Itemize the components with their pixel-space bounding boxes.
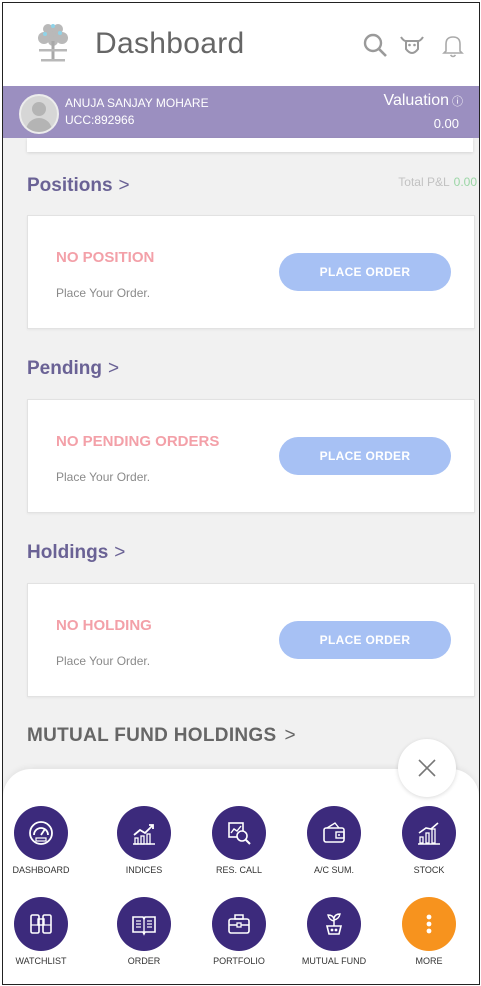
app-screen: Dashboard ANUJA SANJAY MOHARE UCC:892966… [2, 2, 480, 985]
menu-icon-circle [14, 806, 68, 860]
user-name: ANUJA SANJAY MOHARE [65, 96, 209, 110]
chevron-right-icon: > [284, 725, 296, 746]
pending-link[interactable]: Pending > [27, 358, 119, 380]
positions-title: Positions [27, 175, 113, 196]
positions-place-order-button[interactable]: PLACE ORDER [279, 253, 451, 291]
chevron-right-icon: > [114, 542, 126, 563]
menu-dashboard[interactable]: DASHBOARD [3, 806, 89, 875]
plant-coins-icon [325, 913, 343, 935]
menu-label: WATCHLIST [15, 956, 67, 966]
total-pl-label: Total P&L [398, 175, 450, 189]
menu-icon-circle [402, 806, 456, 860]
holdings-card: NO HOLDING Place Your Order. PLACE ORDER [27, 583, 475, 697]
menu-label: DASHBOARD [12, 865, 70, 875]
holdings-empty-status: NO HOLDING [56, 617, 152, 634]
menu-order[interactable]: ORDER [96, 897, 192, 966]
more-icon [426, 914, 432, 934]
summary-card-edge [27, 138, 473, 152]
search-icon[interactable] [361, 31, 389, 59]
positions-empty-status: NO POSITION [56, 249, 155, 266]
holdings-place-order-button[interactable]: PLACE ORDER [279, 621, 451, 659]
pending-empty-hint: Place Your Order. [56, 470, 151, 484]
menu-stock[interactable]: STOCK [381, 806, 477, 875]
close-menu-button[interactable] [398, 739, 456, 797]
holdings-empty-hint: Place Your Order. [56, 654, 151, 668]
pending-title: Pending [27, 358, 102, 379]
menu-icon-circle [117, 897, 171, 951]
menu-watchlist[interactable]: WATCHLIST [3, 897, 89, 966]
menu-label: PORTFOLIO [213, 956, 265, 966]
speedometer-icon [29, 821, 53, 845]
pending-card: NO PENDING ORDERS Place Your Order. PLAC… [27, 399, 475, 513]
total-pl-value: 0.00 [453, 175, 477, 189]
menu-icon-circle [212, 897, 266, 951]
binoculars-icon [30, 914, 52, 934]
chevron-right-icon: > [118, 175, 130, 196]
bull-icon[interactable] [398, 31, 426, 59]
avatar[interactable] [19, 94, 59, 134]
pending-place-order-button[interactable]: PLACE ORDER [279, 437, 451, 475]
chevron-right-icon: > [107, 358, 120, 379]
menu-portfolio[interactable]: PORTFOLIO [191, 897, 287, 966]
page-title: Dashboard [95, 27, 245, 60]
account-summary-bar: ANUJA SANJAY MOHARE UCC:892966 Valuation… [3, 86, 479, 138]
holdings-title: Holdings [27, 542, 109, 563]
briefcase-icon [228, 914, 250, 934]
menu-label: ORDER [127, 956, 161, 966]
menu-label: STOCK [413, 865, 445, 875]
menu-label: INDICES [125, 865, 163, 875]
positions-empty-hint: Place Your Order. [56, 286, 151, 300]
research-icon [228, 822, 251, 845]
menu-icon-circle [14, 897, 68, 951]
book-icon [132, 916, 156, 936]
valuation-label-text: Valuation [383, 92, 449, 109]
tree-logo-icon [38, 24, 68, 62]
user-ucc: UCC:892966 [65, 113, 135, 127]
app-bar: Dashboard [3, 3, 479, 86]
mutual-fund-title: MUTUAL FUND HOLDINGS [27, 725, 277, 746]
menu-mutual-fund[interactable]: MUTUAL FUND [286, 897, 382, 966]
info-icon[interactable]: ⓘ [452, 96, 463, 108]
close-icon [418, 759, 436, 777]
menu-icon-circle [212, 806, 266, 860]
valuation-label: Valuation ⓘ [383, 92, 463, 110]
menu-research-call[interactable]: RES. CALL [191, 806, 287, 875]
positions-card: NO POSITION Place Your Order. PLACE ORDE… [27, 215, 475, 329]
wallet-icon [323, 822, 345, 843]
positions-link[interactable]: Positions > [27, 175, 130, 197]
menu-icon-circle [307, 897, 361, 951]
pending-empty-status: NO PENDING ORDERS [56, 433, 220, 450]
bar-chart-icon [418, 822, 440, 845]
menu-label: A/C SUM. [313, 865, 354, 875]
bell-icon[interactable] [439, 31, 467, 59]
menu-label: MUTUAL FUND [301, 956, 367, 966]
trend-chart-icon [133, 824, 155, 845]
menu-account-summary[interactable]: A/C SUM. [286, 806, 382, 875]
total-pl: Total P&L 0.00 [398, 175, 477, 189]
mutual-fund-holdings-link[interactable]: MUTUAL FUND HOLDINGS > [27, 725, 296, 747]
menu-label: MORE [415, 956, 443, 966]
menu-label: RES. CALL [215, 865, 263, 875]
menu-more[interactable]: MORE [381, 897, 477, 966]
valuation-value: 0.00 [433, 116, 459, 131]
holdings-link[interactable]: Holdings > [27, 542, 125, 564]
menu-indices[interactable]: INDICES [96, 806, 192, 875]
menu-icon-circle [117, 806, 171, 860]
menu-icon-circle [307, 806, 361, 860]
menu-icon-circle [402, 897, 456, 951]
